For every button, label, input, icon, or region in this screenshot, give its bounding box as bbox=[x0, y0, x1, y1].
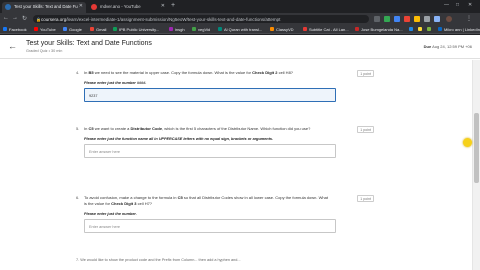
question-instruction: Please enter just the number. bbox=[84, 212, 137, 216]
extension-icon[interactable] bbox=[424, 16, 430, 22]
question-5: 5. In C5 we want to create a Distributor… bbox=[76, 126, 374, 158]
bookmark-item[interactable]: IPB Public University... bbox=[113, 27, 159, 32]
linkedin-icon bbox=[438, 27, 442, 31]
minimize-icon[interactable]: — bbox=[444, 2, 449, 8]
bookmark-item[interactable]: ClassyVD bbox=[270, 27, 294, 32]
lock-icon: 🔒 bbox=[36, 16, 41, 22]
back-arrow-icon[interactable]: ← bbox=[8, 41, 17, 51]
page-subtitle: Graded Quiz • 30 min bbox=[26, 49, 63, 53]
new-tab-plus-icon[interactable]: + bbox=[171, 2, 175, 9]
bookmark-item[interactable]: Gmail bbox=[90, 27, 106, 32]
bookmark-item[interactable]: Subtitle Cat - All Lan... bbox=[303, 27, 349, 32]
bookmark-item[interactable]: Jose Bumgelanda Na... bbox=[355, 27, 403, 32]
quiz-header: ← Test your Skills: Text and Date Functi… bbox=[0, 35, 480, 59]
address-bar[interactable]: 🔒 coursera.org/learn/excel-intermediate-… bbox=[33, 15, 369, 23]
reload-icon[interactable]: ↻ bbox=[22, 15, 27, 22]
question-7-partial: 7. We would like to show the product cod… bbox=[76, 258, 241, 262]
bookmark-icon bbox=[192, 27, 196, 31]
question-4: 4. In B5 we need to see the material in … bbox=[76, 70, 374, 102]
extension-icon[interactable] bbox=[434, 16, 440, 22]
answer-input[interactable]: Enter answer here bbox=[84, 219, 336, 233]
points-badge: 1 point bbox=[357, 195, 374, 202]
bookmark-item[interactable]: insgh bbox=[169, 27, 185, 32]
star-icon[interactable] bbox=[374, 16, 380, 22]
bookmark-icon bbox=[355, 27, 359, 31]
url-path: /learn/excel-intermediate-1/assignment-s… bbox=[66, 16, 281, 22]
browser-tab-bar: Test your Skills: Text and Date Fu ✕ mdv… bbox=[0, 0, 480, 13]
tab-quiz[interactable]: Test your Skills: Text and Date Fu ✕ bbox=[2, 2, 86, 13]
questions-area: 4. In B5 we need to see the material in … bbox=[0, 60, 472, 270]
question-text: In B5 we need to see the material in upp… bbox=[84, 70, 294, 75]
scrollbar[interactable] bbox=[472, 60, 480, 270]
extension-icon[interactable] bbox=[384, 16, 390, 22]
university-icon bbox=[113, 27, 117, 31]
points-badge: 1 point bbox=[357, 70, 374, 77]
bookmark-icon bbox=[418, 27, 422, 31]
question-number: 4. bbox=[76, 70, 80, 75]
facebook-icon bbox=[3, 27, 7, 31]
tab-youtube[interactable]: mdver.ano - YouTube ✕ bbox=[88, 2, 168, 13]
extension-icon[interactable] bbox=[394, 16, 400, 22]
question-instruction: Please enter just the number ####. bbox=[84, 81, 147, 85]
bookmark-item[interactable]: Facebook bbox=[3, 27, 27, 32]
url-host: coursera.org bbox=[41, 16, 67, 22]
maximize-icon[interactable]: □ bbox=[456, 2, 459, 8]
points-badge: 1 point bbox=[357, 126, 374, 133]
menu-kebab-icon[interactable]: ⋮ bbox=[466, 15, 472, 22]
bookmark-icon bbox=[218, 27, 222, 31]
extension-icon[interactable] bbox=[414, 16, 420, 22]
bookmark-item[interactable]: Google bbox=[63, 27, 82, 32]
question-text: In C5 we want to create a Distributor Co… bbox=[84, 126, 311, 131]
scrollbar-thumb[interactable] bbox=[474, 113, 479, 183]
coursera-tab-icon bbox=[5, 4, 11, 10]
close-window-icon[interactable]: ✕ bbox=[468, 2, 472, 8]
bookmark-icon bbox=[409, 27, 413, 31]
bookmark-icon bbox=[303, 27, 307, 31]
bookmark-item[interactable]: Mikro ann | LinkedIn bbox=[438, 27, 480, 32]
tab-title: mdver.ano - YouTube bbox=[100, 4, 141, 9]
youtube-tab-icon bbox=[91, 4, 97, 10]
question-number: 6. bbox=[76, 195, 80, 200]
forward-icon[interactable]: → bbox=[12, 15, 18, 21]
question-text: To avoid confusion, make a change to the… bbox=[84, 195, 328, 206]
extension-icon[interactable] bbox=[404, 16, 410, 22]
bookmark-icon bbox=[270, 27, 274, 31]
tab-title: Test your Skills: Text and Date Fu bbox=[14, 4, 78, 9]
bookmark-item[interactable]: vegVid bbox=[192, 27, 210, 32]
close-tab-icon[interactable]: ✕ bbox=[79, 3, 83, 9]
question-instruction: Please enter just the function name all … bbox=[84, 137, 274, 141]
page-title: Test your Skills: Text and Date Function… bbox=[26, 40, 152, 47]
question-number: 5. bbox=[76, 126, 80, 131]
close-tab-icon[interactable]: ✕ bbox=[161, 3, 165, 9]
bookmark-icon bbox=[169, 27, 173, 31]
question-6: 6. To avoid confusion, make a change to … bbox=[76, 195, 374, 233]
bookmark-icon bbox=[427, 27, 431, 31]
mouse-cursor-highlight bbox=[463, 138, 472, 147]
browser-toolbar: ← → ↻ 🔒 coursera.org/learn/excel-interme… bbox=[0, 13, 480, 25]
answer-input[interactable]: Enter answer here bbox=[84, 144, 336, 158]
google-icon bbox=[63, 27, 67, 31]
profile-avatar[interactable] bbox=[446, 16, 452, 22]
bookmarks-bar: Facebook YouTube Google Gmail IPB Public… bbox=[0, 25, 480, 34]
answer-input[interactable]: 9237 bbox=[84, 88, 336, 102]
bookmark-item[interactable]: Al Quran with transl... bbox=[218, 27, 262, 32]
back-icon[interactable]: ← bbox=[3, 15, 9, 21]
quiz-page: ← Test your Skills: Text and Date Functi… bbox=[0, 35, 480, 270]
gmail-icon bbox=[90, 27, 94, 31]
due-date: Due Aug 24, 12:59 PM +06 bbox=[423, 44, 472, 49]
youtube-icon bbox=[34, 27, 38, 31]
bookmark-item[interactable]: YouTube bbox=[34, 27, 56, 32]
